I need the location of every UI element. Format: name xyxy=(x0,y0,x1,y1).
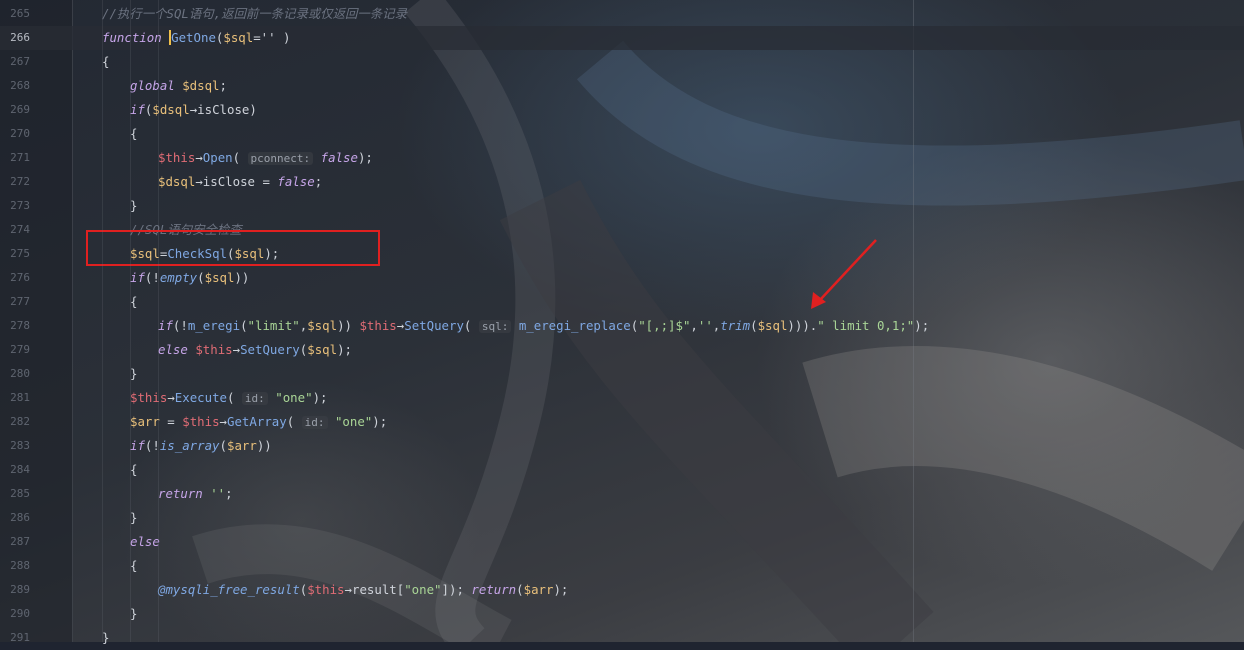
annotation-arrow xyxy=(811,239,877,309)
indent-guide xyxy=(158,0,159,642)
arrow-shaft xyxy=(819,239,877,301)
indent-guide xyxy=(130,0,131,642)
indent-guide xyxy=(102,0,103,642)
